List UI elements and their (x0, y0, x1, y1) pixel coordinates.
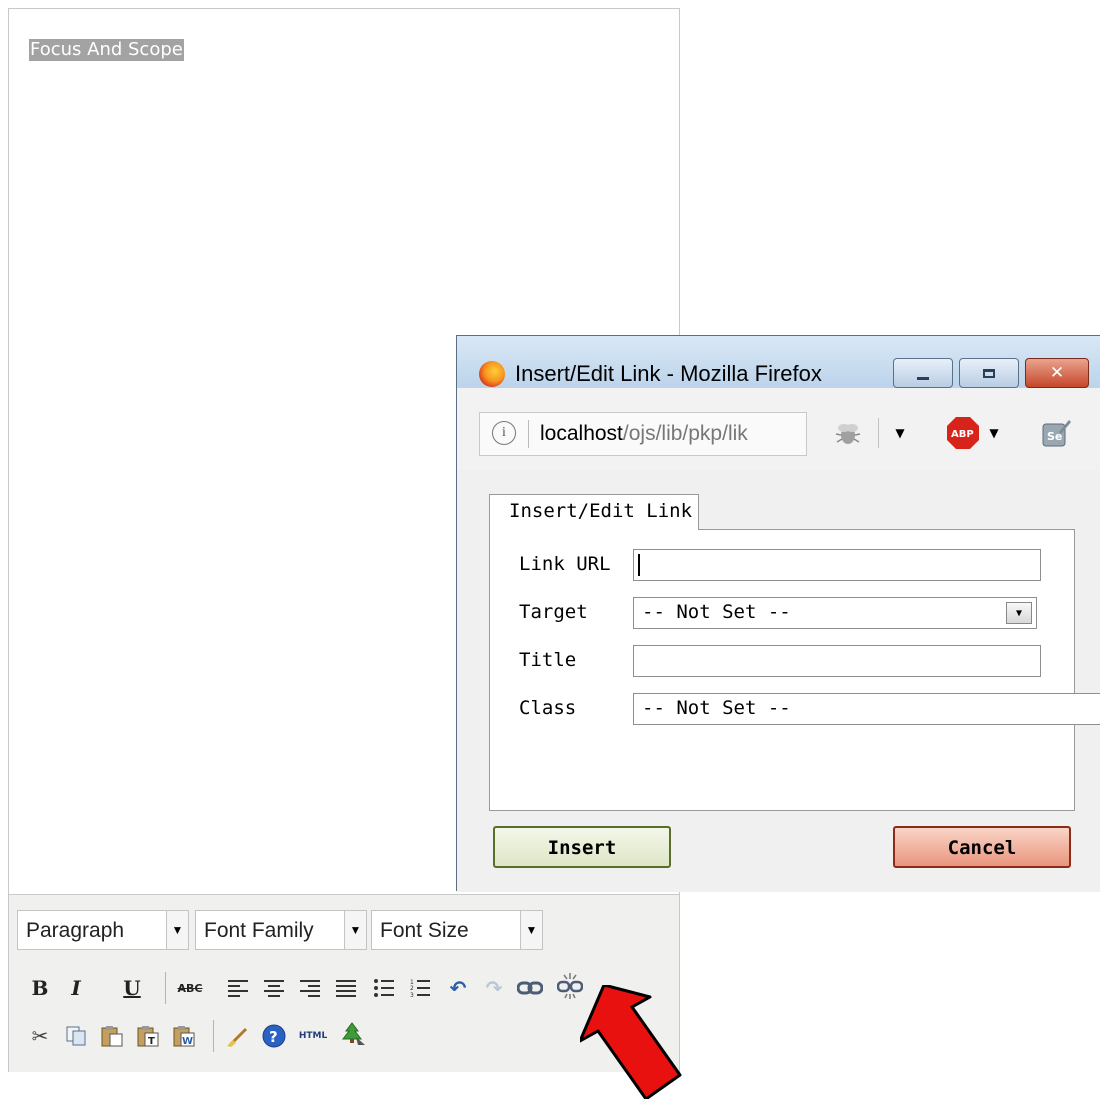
svg-text:W: W (182, 1036, 193, 1047)
align-right-icon[interactable] (295, 973, 325, 1003)
tab-insert-edit-link[interactable]: Insert/Edit Link (489, 494, 699, 530)
paste-word-icon[interactable]: W (169, 1021, 199, 1051)
chevron-down-icon[interactable]: ▼ (1006, 602, 1032, 624)
svg-text:T: T (148, 1036, 155, 1047)
chevron-down-icon[interactable]: ▼ (889, 422, 911, 444)
copy-icon[interactable] (61, 1021, 91, 1051)
firebug-icon[interactable] (831, 416, 865, 450)
chevron-down-icon[interactable]: ▼ (983, 422, 1005, 444)
image-icon[interactable] (337, 1019, 367, 1049)
svg-text:2: 2 (410, 985, 414, 992)
cut-icon[interactable]: ✂ (25, 1021, 55, 1051)
redo-icon[interactable]: ↷ (479, 973, 509, 1003)
minimize-button[interactable] (893, 358, 953, 388)
url-path: /ojs/lib/pkp/lik (622, 422, 748, 445)
link-url-input[interactable] (633, 549, 1041, 581)
info-icon[interactable]: i (492, 421, 516, 445)
editor-toolbar: Paragraph ▼ Font Family ▼ Font Size ▼ B … (9, 894, 679, 1072)
svg-text:?: ? (269, 1028, 278, 1046)
insert-button[interactable]: Insert (493, 826, 671, 868)
paste-icon[interactable] (97, 1021, 127, 1051)
selenium-ide-icon[interactable]: Se (1039, 416, 1073, 450)
help-icon[interactable]: ? (259, 1021, 289, 1051)
target-label: Target (519, 601, 588, 623)
target-select[interactable]: -- Not Set -- ▼ (633, 597, 1037, 629)
text-cursor (638, 554, 640, 576)
font-family-select-value: Font Family (204, 919, 314, 942)
link-icon[interactable] (515, 973, 545, 1003)
chevron-down-icon: ▼ (166, 911, 188, 949)
svg-text:ABP: ABP (951, 429, 974, 440)
firefox-icon (479, 361, 505, 387)
navigation-bar: i localhost/ojs/lib/pkp/lik ▼ ABP ▼ Se (457, 388, 1100, 470)
strikethrough-icon[interactable]: ABC (175, 973, 205, 1003)
cancel-button[interactable]: Cancel (893, 826, 1071, 868)
chevron-down-icon: ▼ (520, 911, 542, 949)
undo-icon[interactable]: ↶ (443, 973, 473, 1003)
title-input[interactable] (633, 645, 1041, 677)
numbered-list-icon[interactable]: 123 (405, 973, 435, 1003)
align-center-icon[interactable] (259, 973, 289, 1003)
target-select-value: -- Not Set -- (642, 601, 791, 623)
window-title: Insert/Edit Link - Mozilla Firefox (515, 361, 822, 386)
close-icon: ✕ (1049, 363, 1065, 383)
format-select[interactable]: Paragraph ▼ (17, 910, 189, 950)
italic-icon[interactable]: I (61, 973, 91, 1003)
maximize-button[interactable] (959, 358, 1019, 388)
title-label: Title (519, 649, 577, 671)
align-left-icon[interactable] (223, 973, 253, 1003)
cleanup-icon[interactable] (223, 1021, 253, 1051)
close-window-button[interactable]: ✕ (1025, 358, 1089, 388)
align-justify-icon[interactable] (331, 973, 361, 1003)
underline-icon[interactable]: U (117, 973, 147, 1003)
svg-text:3: 3 (410, 992, 414, 997)
toolbar-separator (165, 972, 166, 1004)
bullet-list-icon[interactable] (369, 973, 399, 1003)
chevron-down-icon: ▼ (344, 911, 366, 949)
format-select-value: Paragraph (26, 919, 125, 942)
class-label: Class (519, 697, 577, 719)
selected-text[interactable]: Focus And Scope (29, 39, 184, 61)
insert-link-dialog-window: Insert/Edit Link - Mozilla Firefox ✕ i l… (456, 335, 1100, 892)
class-select-value: -- Not Set -- (642, 697, 791, 719)
paste-text-icon[interactable]: T (133, 1021, 163, 1051)
toolbar-separator (878, 418, 879, 448)
class-select[interactable]: -- Not Set -- (633, 693, 1100, 725)
maximize-icon (983, 368, 995, 378)
adblock-plus-icon[interactable]: ABP (945, 416, 981, 450)
toolbar-separator (213, 1020, 214, 1052)
bold-icon[interactable]: B (25, 973, 55, 1003)
link-url-label: Link URL (519, 553, 611, 575)
minimize-icon (917, 376, 929, 380)
font-size-select[interactable]: Font Size ▼ (371, 910, 543, 950)
window-titlebar[interactable]: Insert/Edit Link - Mozilla Firefox ✕ (457, 336, 1100, 388)
font-size-select-value: Font Size (380, 919, 469, 942)
red-arrow-annotation (580, 985, 682, 1099)
font-family-select[interactable]: Font Family ▼ (195, 910, 367, 950)
url-text: localhost/ojs/lib/pkp/lik (540, 422, 748, 446)
url-bar[interactable]: i localhost/ojs/lib/pkp/lik (479, 412, 807, 456)
url-host: localhost (540, 422, 623, 445)
html-icon[interactable]: HTML (295, 1021, 331, 1051)
url-divider (528, 420, 529, 448)
